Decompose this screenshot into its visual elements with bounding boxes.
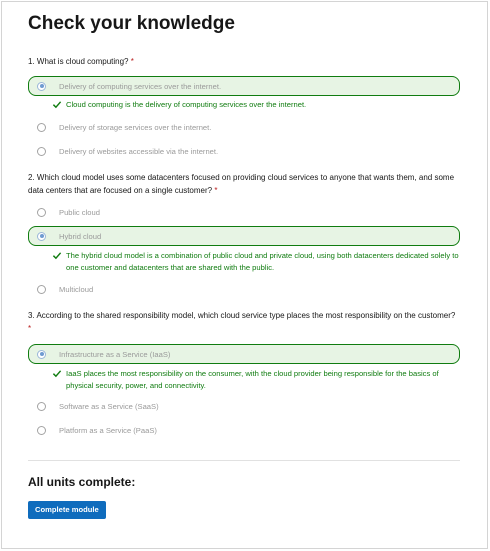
- knowledge-check: Check your knowledge 1. What is cloud co…: [28, 12, 460, 519]
- radio-icon[interactable]: [37, 401, 46, 411]
- radio-selected-icon[interactable]: [37, 81, 46, 91]
- option-label: Delivery of storage services over the in…: [59, 122, 212, 132]
- section-divider: [28, 460, 460, 461]
- option[interactable]: Multicloud: [28, 279, 460, 299]
- feedback-text: Cloud computing is the delivery of compu…: [66, 100, 307, 109]
- option-label: Multicloud: [59, 284, 94, 294]
- module-frame: Check your knowledge 1. What is cloud co…: [1, 1, 488, 549]
- option-label: Infrastructure as a Service (IaaS): [59, 349, 171, 359]
- question-text: 2. Which cloud model uses some datacente…: [28, 173, 455, 195]
- question-2: 2. Which cloud model uses some datacente…: [28, 171, 460, 299]
- radio-selected-icon[interactable]: [37, 349, 46, 359]
- checkmark-icon: [52, 370, 62, 378]
- radio-icon[interactable]: [37, 207, 46, 217]
- completion-actions: Complete module: [28, 499, 460, 519]
- question-1: 1. What is cloud computing? * Delivery o…: [28, 55, 460, 161]
- option[interactable]: Platform as a Service (PaaS): [28, 420, 460, 440]
- checkmark-icon: [52, 252, 62, 260]
- feedback-text: IaaS places the most responsibility on t…: [66, 369, 439, 390]
- radio-icon[interactable]: [37, 284, 46, 294]
- completion-heading: All units complete:: [28, 475, 136, 489]
- answer-feedback: Cloud computing is the delivery of compu…: [28, 99, 460, 111]
- required-mark: *: [214, 186, 218, 195]
- option[interactable]: Delivery of storage services over the in…: [28, 117, 460, 137]
- question-3: 3. According to the shared responsibilit…: [28, 309, 460, 440]
- question-text: 1. What is cloud computing? *: [28, 57, 134, 66]
- required-mark: *: [130, 57, 134, 66]
- radio-icon[interactable]: [37, 122, 46, 132]
- option-selected-correct[interactable]: Delivery of computing services over the …: [28, 76, 460, 96]
- option[interactable]: Software as a Service (SaaS): [28, 396, 460, 416]
- required-mark: *: [28, 324, 32, 333]
- feedback-text: The hybrid cloud model is a combination …: [66, 251, 459, 272]
- option-label: Public cloud: [59, 207, 100, 217]
- page-title: Check your knowledge: [28, 13, 235, 34]
- option-label: Platform as a Service (PaaS): [59, 425, 157, 435]
- option-selected-correct[interactable]: Infrastructure as a Service (IaaS): [28, 344, 460, 364]
- radio-icon[interactable]: [37, 425, 46, 435]
- answer-feedback: The hybrid cloud model is a combination …: [28, 250, 460, 274]
- option-label: Delivery of websites accessible via the …: [59, 146, 219, 156]
- option-selected-correct[interactable]: Hybrid cloud: [28, 226, 460, 246]
- option-label: Delivery of computing services over the …: [59, 81, 222, 91]
- question-text: 3. According to the shared responsibilit…: [28, 311, 456, 333]
- answer-feedback: IaaS places the most responsibility on t…: [28, 368, 460, 392]
- option[interactable]: Public cloud: [28, 202, 460, 222]
- option-label: Software as a Service (SaaS): [59, 401, 159, 411]
- radio-icon[interactable]: [37, 146, 46, 156]
- radio-selected-icon[interactable]: [37, 231, 46, 241]
- complete-module-button[interactable]: Complete module: [28, 501, 106, 519]
- option-label: Hybrid cloud: [59, 231, 102, 241]
- checkmark-icon: [52, 101, 62, 109]
- option[interactable]: Delivery of websites accessible via the …: [28, 141, 460, 161]
